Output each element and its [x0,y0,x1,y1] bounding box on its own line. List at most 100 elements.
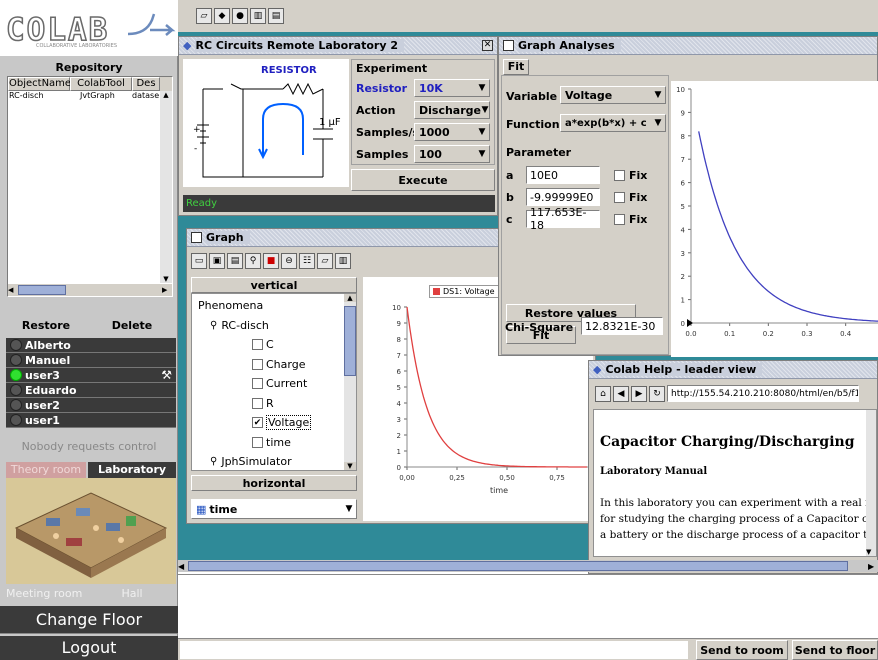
param-a-input[interactable]: 10E0 [526,166,600,184]
samples-select[interactable]: 100 ▼ [414,145,490,163]
y-tick-label: 6 [397,368,402,376]
col-objectname[interactable]: ObjectName [8,77,71,91]
help-vscroll[interactable]: ▼ [866,410,876,556]
vertical-tree[interactable]: Phenomena ⚲ RC-disch C Charge Current R ✔ Voltag… [191,293,357,471]
save-icon[interactable]: ▣ [209,253,225,269]
function-select[interactable]: a*exp(b*x) + c ▼ [560,114,666,132]
fix-b-checkbox[interactable] [614,191,625,203]
tree-label: JphSimulator [221,455,292,469]
send-to-room-button[interactable]: Send to room [696,640,788,660]
zoom-out-icon[interactable]: ⊖ [281,253,297,269]
user-eduardo[interactable]: Eduardo [6,383,176,398]
floor-map[interactable] [6,478,176,584]
help-titlebar[interactable]: ◆ Colab Help - leader view [589,361,877,379]
tree-item[interactable]: R [192,394,356,414]
tree-item[interactable]: C [192,335,356,355]
rc-titlebar[interactable]: ◆ RC Circuits Remote Laboratory 2 ✕ [179,37,497,55]
trash-tool-icon[interactable]: ▥ [250,8,266,24]
delete-button[interactable]: Delete [92,316,172,334]
x-tick-label: 0,25 [449,474,465,482]
user-user3[interactable]: user3 ⚒ [6,368,176,383]
tree-item[interactable]: Phenomena [192,296,356,316]
close-icon[interactable]: ✕ [482,40,493,51]
tab-theory-room[interactable]: Theory room [6,462,86,478]
param-c-input[interactable]: 117.653E-18 [526,206,600,232]
home-icon[interactable]: ⌂ [595,385,611,402]
y-tick-label: 0 [397,464,401,472]
fix-c-checkbox[interactable] [614,213,625,225]
table-hscroll[interactable]: ◀ ▶ [8,284,172,296]
record-icon[interactable]: ■ [263,253,279,269]
notes-tool-icon[interactable]: ▤ [268,8,284,24]
user-manuel[interactable]: Manuel [6,353,176,368]
chi-square-value[interactable]: 12.8321E-30 [581,317,663,335]
graph-icon[interactable]: ▱ [317,253,333,269]
tab-fit[interactable]: Fit [503,59,529,75]
tree-node-icon: ⚲ [210,456,218,468]
restore-button[interactable]: Restore [6,316,86,334]
variable-select[interactable]: Voltage ▼ [560,86,666,104]
chat-area[interactable] [178,574,878,638]
tree-checkbox[interactable] [252,339,263,351]
chat-tool-icon[interactable]: ◆ [214,8,230,24]
tree-item[interactable]: ⚲ JphSimulator [192,452,356,470]
samples-rate-select[interactable]: 1000 ▼ [414,123,490,141]
table-icon[interactable]: ▥ [335,253,351,269]
resistor-select[interactable]: 10K ▼ [414,79,490,97]
graph-tool-icon[interactable]: ▱ [196,8,212,24]
y-tick-label: 10 [676,86,685,94]
refresh-icon[interactable]: ↻ [649,385,665,402]
analysis-titlebar[interactable]: Graph Analyses [499,37,877,55]
tree-item[interactable]: Current [192,374,356,394]
help-body-line: a battery or the discharge process of a … [600,529,877,541]
tab-meeting-room[interactable]: Meeting room [6,586,86,602]
back-icon[interactable]: ◀ [613,385,629,402]
table-row[interactable]: RC-disch JvtGraph datase [8,91,172,103]
table-vscroll[interactable]: ▲ ▼ [160,91,172,283]
tree-item[interactable]: Charge [192,355,356,375]
tree-checkbox[interactable] [252,358,263,370]
tree-checkbox[interactable] [252,436,263,448]
tree-item[interactable]: ⚲ RC-disch [192,316,356,336]
tree-label: Voltage [266,415,312,431]
execute-button[interactable]: Execute [351,169,495,191]
user-alberto[interactable]: Alberto [6,338,176,353]
col-des[interactable]: Des [132,77,160,91]
col-colabtool[interactable]: ColabTool [70,77,132,91]
parameter-label: Parameter [506,146,572,159]
tree-checkbox[interactable] [252,378,263,390]
user-user2[interactable]: user2 [6,398,176,413]
tree-checkbox[interactable] [252,397,263,409]
print-icon[interactable]: ▤ [227,253,243,269]
desktop-hscroll[interactable]: ◀ ▶ [178,560,878,572]
fix-a-checkbox[interactable] [614,169,625,181]
fit-plot[interactable]: 0123456789100.00.10.20.30.40.50.6 [671,81,878,357]
y-tick-label: 3 [397,416,401,424]
forward-icon[interactable]: ▶ [631,385,647,402]
param-b-input[interactable]: -9.99999E0 [526,188,600,206]
tree-item[interactable]: ✔ Voltage [192,413,356,433]
send-to-floor-button[interactable]: Send to floor [792,640,878,660]
desktop-toolbar: ▱ ◆ ● ▥ ▤ [178,0,878,32]
logout-button[interactable]: Logout [0,636,178,660]
zoom-icon[interactable]: ⚲ [245,253,261,269]
y-tick-label: 7 [681,156,685,164]
x-tick-label: 0.2 [763,330,774,338]
tab-laboratory[interactable]: Laboratory [88,462,176,478]
url-field[interactable]: http://155.54.210.210:8080/html/en/b5/f1 [667,385,859,402]
horizontal-select[interactable]: ▦ time ▼ [191,499,357,519]
repository-table[interactable]: ObjectName ColabTool Des RC-disch JvtGra… [7,76,173,297]
chat-input[interactable] [180,641,688,659]
change-floor-button[interactable]: Change Floor [0,606,178,634]
graph-window-icon [191,232,202,243]
tree-vscroll[interactable]: ▲ ▼ [344,294,356,470]
open-icon[interactable]: ▭ [191,253,207,269]
lab-tool-icon[interactable]: ● [232,8,248,24]
tree-checkbox[interactable]: ✔ [252,417,263,429]
tree-item[interactable]: time [192,433,356,453]
tab-hall[interactable]: Hall [88,586,176,602]
settings-icon[interactable]: ☷ [299,253,315,269]
action-select[interactable]: Discharge ▼ [414,101,490,119]
status-led-icon [10,399,22,411]
user-user1[interactable]: user1 [6,413,176,428]
